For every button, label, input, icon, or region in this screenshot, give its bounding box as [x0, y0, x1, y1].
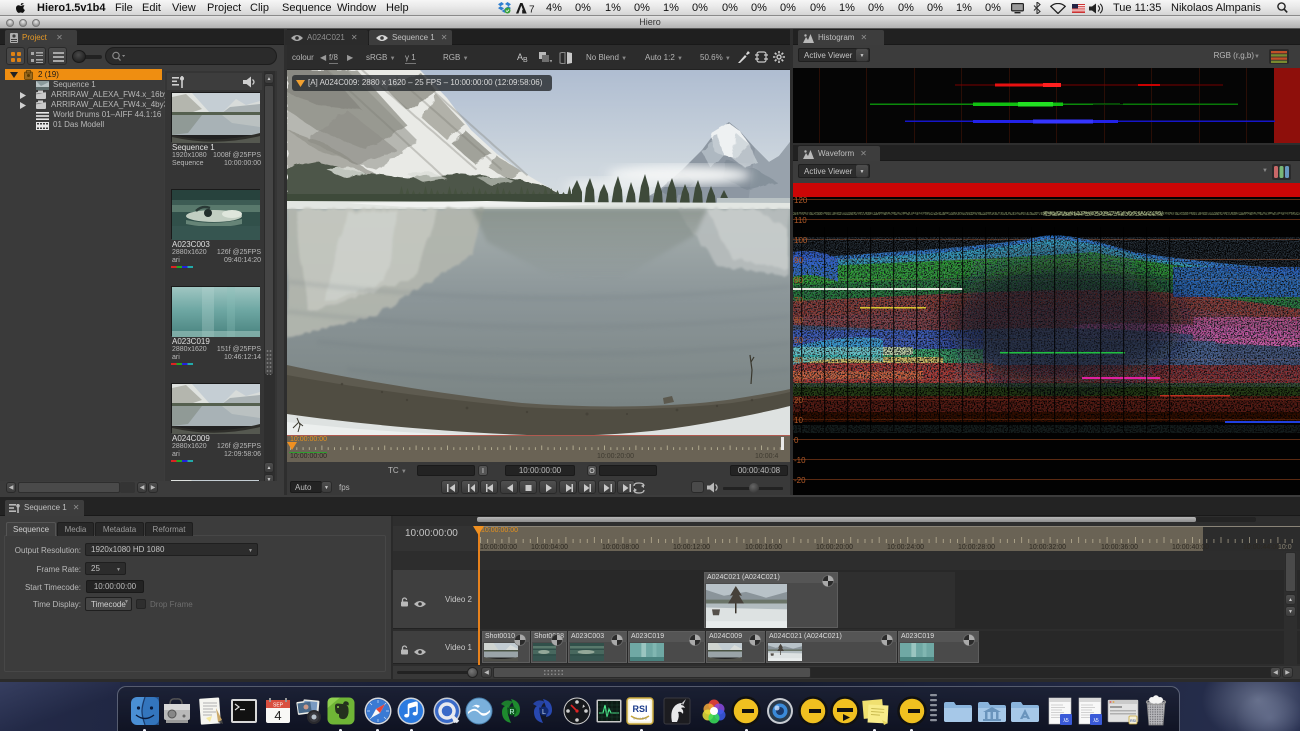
svg-text:RSI: RSI [632, 704, 647, 714]
svg-text:20: 20 [794, 396, 803, 405]
svg-text:RSI: RSI [1130, 719, 1136, 723]
svg-text:G U A R D: G U A R D [633, 717, 648, 721]
svg-text:40: 40 [794, 356, 803, 365]
svg-text:L: L [542, 709, 546, 716]
svg-text:90: 90 [794, 256, 803, 265]
svg-text:10: 10 [794, 416, 803, 425]
svg-text:50: 50 [794, 336, 803, 345]
svg-text:0: 0 [794, 436, 799, 445]
svg-text:100: 100 [794, 236, 808, 245]
svg-text:7: 7 [529, 5, 535, 15]
svg-text:80: 80 [794, 276, 803, 285]
svg-text:λ5: λ5 [1063, 718, 1069, 724]
svg-text:4: 4 [274, 708, 281, 723]
svg-text:70: 70 [794, 296, 803, 305]
svg-text:R: R [509, 709, 514, 716]
svg-text:λ5: λ5 [1093, 718, 1099, 724]
svg-text:-10: -10 [794, 456, 806, 465]
svg-text:60: 60 [794, 316, 803, 325]
svg-text:30: 30 [794, 376, 803, 385]
svg-text:-20: -20 [794, 476, 806, 485]
svg-text:110: 110 [794, 216, 807, 225]
svg-text:120: 120 [794, 197, 808, 205]
